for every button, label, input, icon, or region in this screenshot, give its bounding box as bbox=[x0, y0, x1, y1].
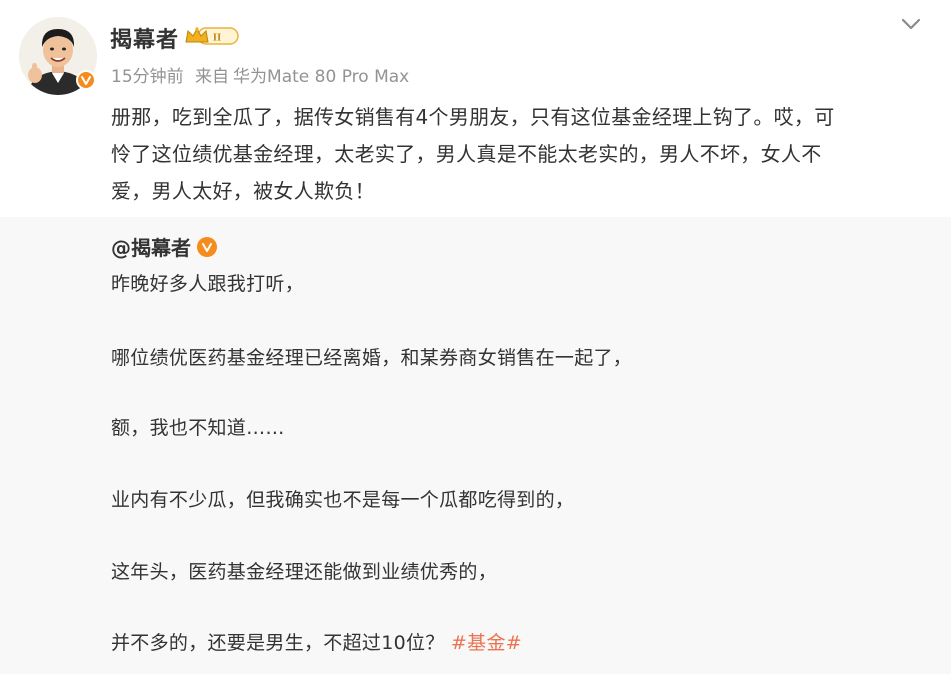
repost-author-name[interactable]: @揭幕者 bbox=[111, 232, 191, 261]
repost-line: 业内有不少瓜，但我确实也不是每一个瓜都吃得到的， bbox=[111, 489, 575, 511]
post-text-line: 怜了这位绩优基金经理，太老实了，男人真是不能太老实的，男人不坏，女人不 bbox=[111, 142, 822, 166]
svg-text:II: II bbox=[213, 32, 222, 44]
author-name[interactable]: 揭幕者 bbox=[110, 22, 179, 54]
post-text-line: 爱，男人太好，被女人欺负！ bbox=[111, 179, 375, 203]
weibo-post: 揭幕者 II 15分钟前 来自 华为Mate 80 Pro Max 册那，吃到全瓜… bbox=[0, 0, 951, 674]
post-time[interactable]: 15分钟前 bbox=[111, 67, 184, 87]
repost-line: 昨晚好多人跟我打听， bbox=[111, 273, 305, 295]
verified-icon bbox=[197, 236, 217, 257]
verified-icon bbox=[76, 70, 96, 90]
repost-author[interactable]: @揭幕者 bbox=[111, 232, 217, 261]
repost-line: 哪位绩优医药基金经理已经离婚，和某券商女销售在一起了， bbox=[111, 347, 633, 369]
post-meta: 15分钟前 来自 华为Mate 80 Pro Max bbox=[111, 62, 415, 87]
chevron-down-icon[interactable] bbox=[898, 15, 924, 35]
repost-line: 额，我也不知道…… bbox=[111, 417, 285, 439]
post-source-label: 来自 bbox=[195, 67, 230, 87]
reposted-content[interactable]: @揭幕者 昨晚好多人跟我打听， 哪位绩优医药基金经理已经离婚，和某券商女销售在一… bbox=[0, 217, 951, 674]
repost-line-last: 并不多的，还要是男生，不超过10位？ #基金# bbox=[111, 628, 522, 655]
repost-line-text: 并不多的，还要是男生，不超过10位？ bbox=[111, 632, 445, 654]
post-device: 华为Mate 80 Pro Max bbox=[233, 67, 410, 87]
post-text-line: 册那，吃到全瓜了，据传女销售有4个男朋友，只有这位基金经理上钩了。哎，可 bbox=[111, 105, 835, 129]
post-text: 册那，吃到全瓜了，据传女销售有4个男朋友，只有这位基金经理上钩了。哎，可 怜了这… bbox=[111, 99, 926, 210]
hashtag-link[interactable]: #基金# bbox=[451, 632, 522, 654]
repost-line: 这年头，医药基金经理还能做到业绩优秀的， bbox=[111, 561, 498, 583]
crown-level-badge-icon[interactable]: II bbox=[184, 25, 240, 47]
